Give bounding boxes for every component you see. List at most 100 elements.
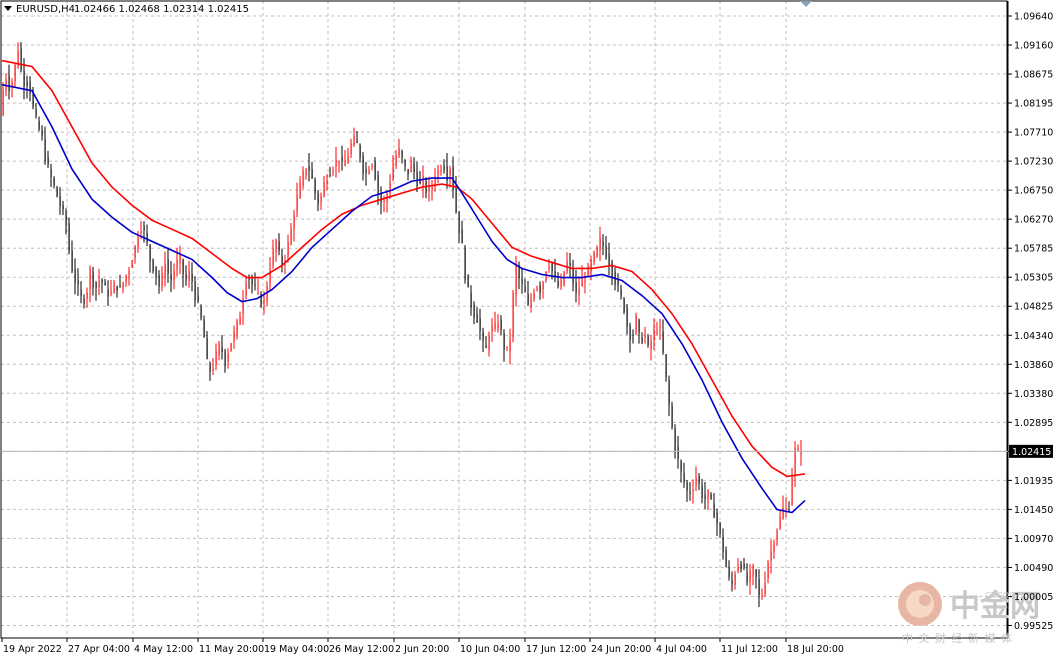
candle-bear — [341, 157, 343, 161]
candle-bull — [515, 263, 517, 296]
candle-bull — [299, 181, 301, 198]
candle-bull — [89, 268, 91, 290]
candle-bear — [413, 163, 415, 173]
candle-bull — [257, 289, 259, 291]
candle-bull — [656, 331, 658, 333]
candle-bear — [713, 503, 715, 518]
shift-marker-icon[interactable] — [800, 1, 812, 7]
candle-bear — [626, 307, 628, 327]
candle-bull — [542, 282, 544, 290]
candle-bear — [317, 193, 319, 205]
candle-bear — [83, 298, 85, 304]
candle-bear — [185, 273, 187, 281]
candle-bear — [155, 266, 157, 278]
candle-bear — [362, 155, 364, 174]
candle-bull — [332, 170, 334, 172]
candle-bear — [47, 157, 49, 165]
x-tick-label: 4 Jul 04:00 — [656, 644, 707, 655]
candle-bear — [503, 333, 505, 350]
candle-bear — [194, 281, 196, 301]
chart-canvas[interactable]: 中金网 CNGOLD.ORG 中 文 财 经 新 媒 体 1.096401.09… — [0, 0, 1057, 657]
candle-bull — [383, 200, 385, 203]
candle-bull — [734, 574, 736, 585]
candle-bear — [608, 253, 610, 267]
candle-bull — [134, 246, 136, 259]
candle-bear — [53, 178, 55, 186]
candle-bear — [689, 491, 691, 494]
candle-bull — [131, 262, 133, 268]
x-tick-label: 27 Apr 04:00 — [68, 644, 130, 655]
candle-bear — [485, 345, 487, 349]
y-tick-label: 1.08675 — [1014, 70, 1053, 81]
chart-window[interactable]: 中金网 CNGOLD.ORG 中 文 财 经 新 媒 体 1.09640 1.09… — [0, 0, 1057, 657]
candle-bull — [164, 263, 166, 278]
candle-bear — [716, 512, 718, 524]
candle-bull — [782, 507, 784, 519]
dropdown-triangle-icon[interactable] — [4, 6, 12, 11]
candle-bear — [746, 572, 748, 583]
y-tick-label: 1.03380 — [1014, 389, 1053, 400]
candle-bear — [455, 187, 457, 213]
candle-bear — [359, 144, 361, 159]
candle-bull — [773, 544, 775, 552]
candle-bull — [272, 249, 274, 266]
candle-bull — [764, 583, 766, 594]
y-tick-label: 1.05305 — [1014, 273, 1053, 284]
candle-bull — [275, 240, 277, 253]
candle-bear — [254, 285, 256, 287]
candle-bear — [482, 331, 484, 341]
candle-bear — [77, 280, 79, 285]
candle-bear — [365, 169, 367, 174]
candle-bull — [494, 323, 496, 329]
candle-bull — [233, 331, 235, 342]
candle-bear — [611, 262, 613, 277]
candle-bear — [209, 363, 211, 373]
candle-bull — [779, 516, 781, 528]
candle-bear — [464, 247, 466, 280]
moving-averages — [1, 59, 806, 514]
candle-bull — [653, 328, 655, 341]
candle-bear — [356, 140, 358, 143]
candle-bear — [758, 578, 760, 595]
candle-bull — [707, 489, 709, 499]
candle-bear — [251, 277, 253, 286]
candle-bull — [290, 228, 292, 245]
candle-bull — [737, 566, 739, 572]
grid-lines — [1, 1, 1007, 637]
candle-bear — [458, 211, 460, 234]
candle-bull — [599, 237, 601, 251]
watermark-logo-dot — [919, 594, 931, 606]
y-tick-label: 0.99525 — [1014, 621, 1053, 632]
candle-bull — [86, 292, 88, 299]
candle-bull — [659, 327, 661, 329]
candle-bear — [143, 225, 145, 231]
candle-bear — [641, 337, 643, 343]
candle-bull — [110, 291, 112, 294]
price-axis: 1.09640 1.09160 1.08675 1.08195 1.07710 1.072… — [1008, 12, 1053, 632]
watermark-logo-inner — [906, 590, 934, 618]
candle-bear — [95, 282, 97, 288]
y-tick-label: 1.00005 — [1014, 592, 1053, 603]
candle-bull — [122, 282, 124, 290]
y-tick-label: 1.06270 — [1014, 215, 1053, 226]
candle-bull — [449, 168, 451, 176]
candle-bear — [473, 304, 475, 318]
x-tick-label: 4 May 12:00 — [134, 644, 193, 655]
candle-bear — [182, 259, 184, 275]
y-tick-label: 1.04340 — [1014, 331, 1053, 342]
candle-bull — [113, 282, 115, 294]
x-tick-label: 10 Jun 04:00 — [460, 644, 520, 655]
candle-bear — [62, 205, 64, 210]
candle-bear — [407, 169, 409, 175]
candle-bear — [146, 232, 148, 243]
candle-bear — [662, 331, 664, 353]
candle-bear — [380, 193, 382, 203]
candle-bear — [38, 120, 40, 130]
candle-bull — [422, 176, 424, 186]
candle-bear — [647, 336, 649, 346]
candle-bear — [197, 295, 199, 302]
candle-bull — [491, 325, 493, 332]
y-tick-label: 1.01450 — [1014, 505, 1053, 516]
time-axis: 19 Apr 2022 27 Apr 04:00 4 May 12:00 11 May… — [1, 638, 844, 655]
candle-bull — [335, 159, 337, 167]
